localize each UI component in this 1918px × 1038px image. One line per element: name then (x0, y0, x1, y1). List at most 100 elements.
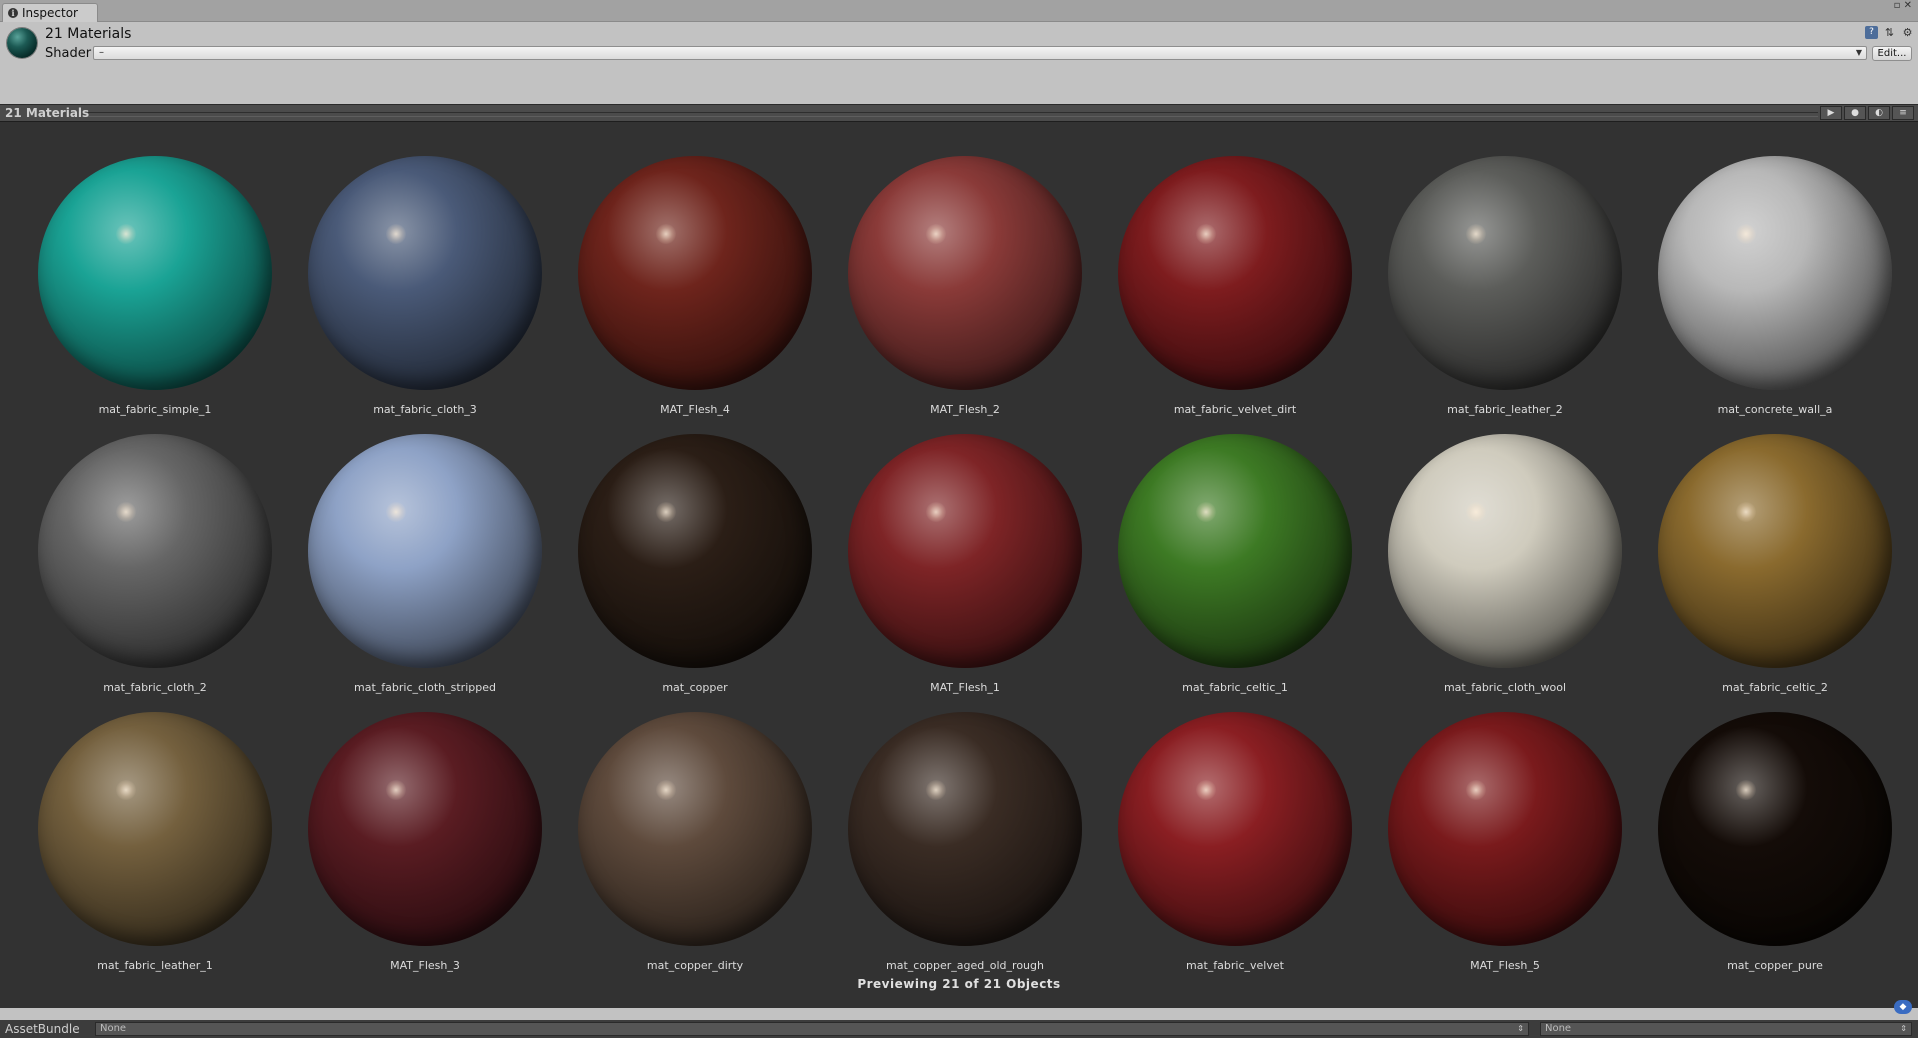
material-name-label: mat_fabric_velvet (1186, 959, 1284, 972)
help-book-icon[interactable]: ? (1865, 26, 1878, 39)
material-name-label: mat_copper_pure (1727, 959, 1823, 972)
material-name-label: mat_fabric_leather_2 (1447, 403, 1563, 416)
material-preview-sphere (1118, 434, 1352, 668)
material-tile[interactable]: mat_fabric_velvet (1080, 712, 1352, 972)
material-tile[interactable]: mat_fabric_cloth_wool (1350, 434, 1622, 694)
preview-drag-handle[interactable] (88, 112, 1818, 117)
preview-toolbar: 21 Materials ▶ ● ◐ ≡ (0, 104, 1918, 122)
material-tile[interactable]: mat_fabric_velvet_dirt (1080, 156, 1352, 416)
lighting-icon[interactable]: ◐ (1868, 106, 1890, 120)
material-preview-sphere (578, 156, 812, 390)
material-preview-sphere (1658, 156, 1892, 390)
material-tile[interactable]: mat_fabric_leather_1 (0, 712, 272, 972)
dropdown-arrow-icon: ⇕ (1517, 1024, 1524, 1033)
specular-highlight (656, 780, 676, 800)
info-icon: i (8, 8, 18, 18)
material-tile[interactable]: MAT_Flesh_4 (540, 156, 812, 416)
preview-menu-icon[interactable]: ≡ (1892, 106, 1914, 120)
assetbundle-variant-dropdown[interactable]: None ⇕ (1540, 1022, 1912, 1036)
specular-highlight (1736, 224, 1756, 244)
specular-highlight (116, 780, 136, 800)
specular-highlight (1196, 224, 1216, 244)
assetbundle-name-dropdown[interactable]: None ⇕ (95, 1022, 1529, 1036)
materials-preview-grid: mat_fabric_simple_1 mat_fabric_cloth_3 MAT… (0, 122, 1918, 1008)
preview-count-text: Previewing 21 of 21 Objects (857, 977, 1061, 991)
specular-highlight (926, 224, 946, 244)
material-name-label: mat_fabric_simple_1 (98, 403, 212, 416)
material-tile[interactable]: mat_fabric_cloth_2 (0, 434, 272, 694)
material-preview-sphere (38, 712, 272, 946)
dropdown-arrow-icon: ▼ (1855, 48, 1862, 57)
material-name-label: mat_copper_aged_old_rough (886, 959, 1044, 972)
material-name-label: mat_copper (662, 681, 728, 694)
specular-highlight (1736, 502, 1756, 522)
specular-highlight (926, 780, 946, 800)
material-tile[interactable]: MAT_Flesh_1 (810, 434, 1082, 694)
material-tile[interactable]: mat_fabric_cloth_3 (270, 156, 542, 416)
settings-gear-icon[interactable]: ⚙ (1901, 26, 1914, 39)
material-preview-sphere (1658, 434, 1892, 668)
asset-label-tag-icon[interactable]: ◆ (1894, 1000, 1912, 1014)
material-tile[interactable]: mat_fabric_leather_2 (1350, 156, 1622, 416)
material-tile[interactable]: MAT_Flesh_2 (810, 156, 1082, 416)
material-name-label: mat_concrete_wall_a (1717, 403, 1833, 416)
material-preview-sphere (848, 156, 1082, 390)
specular-highlight (116, 224, 136, 244)
material-preview-sphere (848, 434, 1082, 668)
specular-highlight (1466, 780, 1486, 800)
specular-highlight (1736, 780, 1756, 800)
preview-title: 21 Materials (5, 106, 90, 120)
material-preview-sphere (38, 156, 272, 390)
specular-highlight (386, 780, 406, 800)
specular-highlight (386, 502, 406, 522)
preview-shape-icon[interactable]: ● (1844, 106, 1866, 120)
material-preview-sphere (308, 434, 542, 668)
material-preview-sphere (308, 712, 542, 946)
specular-highlight (926, 502, 946, 522)
page-title: 21 Materials (45, 26, 132, 42)
material-name-label: mat_fabric_cloth_2 (103, 681, 207, 694)
material-preview-sphere (1118, 156, 1352, 390)
material-name-label: mat_fabric_cloth_3 (373, 403, 477, 416)
inspector-header: 21 Materials Shader – ▼ Edit... ? ⇅ ⚙ (0, 22, 1918, 104)
preset-sliders-icon[interactable]: ⇅ (1883, 26, 1896, 39)
specular-highlight (1196, 780, 1216, 800)
assetbundle-variant-value: None (1545, 1023, 1572, 1034)
material-tile[interactable]: mat_copper_aged_old_rough (810, 712, 1082, 972)
material-preview-sphere (308, 156, 542, 390)
material-tile[interactable]: mat_copper (540, 434, 812, 694)
shader-dropdown[interactable]: – ▼ (93, 46, 1867, 60)
shader-label: Shader (45, 46, 92, 61)
material-tile[interactable]: MAT_Flesh_5 (1350, 712, 1622, 972)
material-name-label: mat_fabric_velvet_dirt (1173, 403, 1297, 416)
dropdown-arrow-icon: ⇕ (1900, 1024, 1907, 1033)
material-tile[interactable]: mat_copper_pure (1620, 712, 1892, 972)
window-controls-icon[interactable]: ▫ ✕ (1894, 1, 1912, 11)
material-preview-sphere (848, 712, 1082, 946)
specular-highlight (1466, 502, 1486, 522)
tab-label: Inspector (22, 6, 78, 20)
tab-inspector[interactable]: i Inspector (2, 3, 98, 22)
material-tile[interactable]: mat_fabric_celtic_1 (1080, 434, 1352, 694)
material-name-label: mat_fabric_cloth_wool (1443, 681, 1567, 694)
material-tile[interactable]: MAT_Flesh_3 (270, 712, 542, 972)
material-thumbnail (7, 28, 37, 58)
material-name-label: MAT_Flesh_5 (1470, 959, 1540, 972)
material-tile[interactable]: mat_fabric_celtic_2 (1620, 434, 1892, 694)
material-name-label: MAT_Flesh_1 (930, 681, 1000, 694)
material-tile[interactable]: mat_fabric_simple_1 (0, 156, 272, 416)
material-tile[interactable]: mat_fabric_cloth_stripped (270, 434, 542, 694)
material-preview-sphere (1658, 712, 1892, 946)
specular-highlight (656, 224, 676, 244)
material-name-label: mat_fabric_celtic_2 (1722, 681, 1828, 694)
material-tile[interactable]: mat_copper_dirty (540, 712, 812, 972)
material-preview-sphere (578, 712, 812, 946)
play-icon[interactable]: ▶ (1820, 106, 1842, 120)
edit-shader-button[interactable]: Edit... (1872, 46, 1912, 61)
specular-highlight (1196, 502, 1216, 522)
assetbundle-label: AssetBundle (5, 1022, 80, 1036)
material-tile[interactable]: mat_concrete_wall_a (1620, 156, 1892, 416)
specular-highlight (386, 224, 406, 244)
specular-highlight (116, 502, 136, 522)
material-preview-sphere (1388, 434, 1622, 668)
